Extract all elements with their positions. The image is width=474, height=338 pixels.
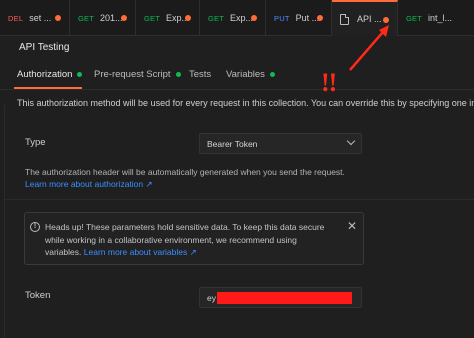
annotation-arrow-icon: [349, 25, 389, 71]
